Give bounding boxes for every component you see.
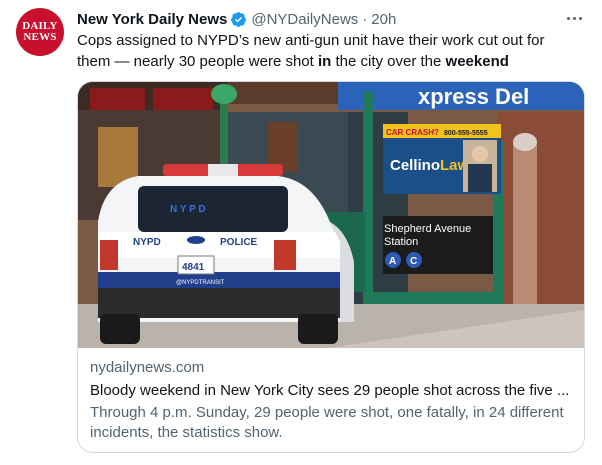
verified-badge-icon: [231, 11, 247, 27]
tweet-header: New York Daily News @NYDailyNews · 20h: [77, 9, 396, 29]
ad-brand-part1: Cellino: [390, 157, 440, 174]
account-name[interactable]: New York Daily News: [77, 11, 227, 28]
train-c-text: C: [410, 256, 417, 267]
card-description: Through 4 p.m. Sunday, 29 people were sh…: [90, 404, 564, 441]
tweet[interactable]: DAILY NEWS New York Daily News @NYDailyN…: [0, 0, 602, 465]
tweet-text-bold2: weekend: [445, 53, 509, 70]
ad-brand-text: CellinoLaw: [390, 157, 470, 174]
ad-phone-text: 800-555-5555: [444, 130, 488, 137]
tweet-text: Cops assigned to NYPD’s new anti-gun uni…: [77, 30, 577, 72]
car-plate-text: 4841: [182, 262, 205, 273]
separator-dot: ·: [362, 10, 368, 28]
train-a-text: A: [389, 256, 396, 267]
car-lightbar-text: N Y P D: [170, 204, 206, 215]
car-nypd-text: NYPD: [133, 237, 161, 248]
tweet-timestamp[interactable]: 20h: [371, 11, 396, 28]
account-handle[interactable]: @NYDailyNews: [251, 11, 358, 28]
car-police-text: POLICE: [220, 237, 258, 248]
card-meta: nydailynews.com Bloody weekend in New Yo…: [90, 358, 574, 443]
card-image: xpress Del CAR CRASH? 800-555-5555 Celli…: [78, 82, 584, 348]
tweet-text-bold1: in: [317, 53, 332, 70]
more-options-icon[interactable]: [561, 8, 587, 28]
ad-top-text: CAR CRASH?: [386, 128, 439, 137]
car-social-text: @NYPDTRANSIT: [176, 280, 225, 286]
card-domain: nydailynews.com: [90, 359, 205, 376]
avatar-text-line2: NEWS: [23, 31, 57, 43]
station-label-text: Station: [384, 236, 418, 248]
station-name-text: Shepherd Avenue: [384, 223, 471, 235]
store-sign-text: xpress Del: [418, 84, 529, 109]
card-title[interactable]: Bloody weekend in New York City sees 29 …: [90, 381, 574, 401]
avatar[interactable]: DAILY NEWS: [16, 8, 64, 56]
tweet-text-part2: the city over the: [331, 53, 446, 70]
link-card[interactable]: xpress Del CAR CRASH? 800-555-5555 Celli…: [77, 81, 585, 453]
